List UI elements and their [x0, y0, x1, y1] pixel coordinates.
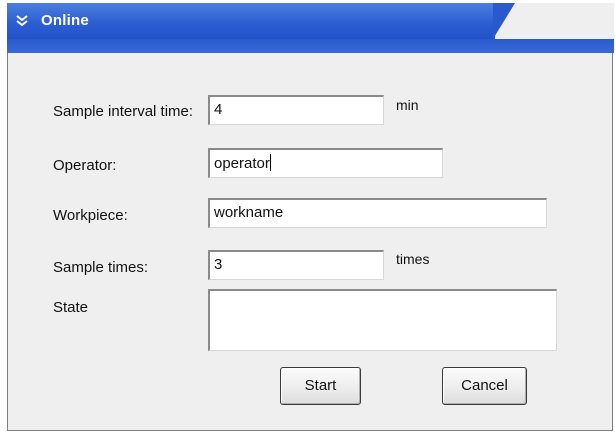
operator-input[interactable]: operator — [208, 148, 443, 178]
sample-interval-input[interactable]: 4 — [208, 95, 384, 125]
title-tab-slant — [493, 3, 515, 39]
sample-interval-label: Sample interval time: — [53, 103, 194, 120]
state-label: State — [53, 299, 89, 316]
title-bar: Online — [7, 3, 614, 53]
operator-label: Operator: — [53, 157, 117, 174]
state-textarea[interactable] — [208, 289, 557, 351]
sample-times-input[interactable]: 3 — [208, 250, 384, 280]
sample-times-label: Sample times: — [53, 259, 149, 276]
workpiece-label: Workpiece: — [53, 207, 128, 224]
online-window: Online Sample interval time: 4 min Opera… — [7, 3, 614, 431]
collapse-arrows-icon[interactable] — [15, 14, 29, 28]
text-caret — [269, 154, 271, 171]
window-title: Online — [41, 12, 89, 29]
sample-interval-unit: min — [396, 97, 419, 113]
workpiece-input[interactable]: workname — [208, 198, 547, 228]
sample-times-unit: times — [396, 251, 430, 267]
form-body: Sample interval time: 4 min Operator: op… — [8, 53, 612, 430]
cancel-button[interactable]: Cancel — [442, 367, 527, 405]
start-button[interactable]: Start — [280, 367, 361, 405]
title-strip — [7, 39, 614, 53]
operator-value: operator — [214, 155, 270, 172]
